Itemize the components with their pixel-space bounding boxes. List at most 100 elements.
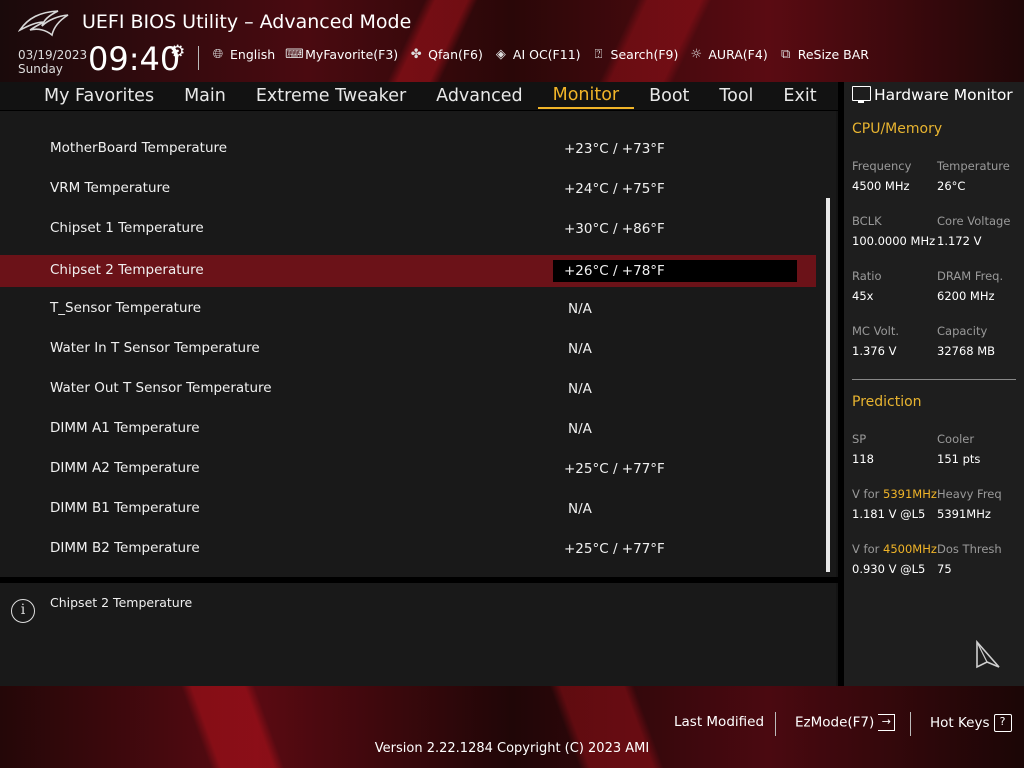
stat-value: 32768 MB	[937, 344, 996, 358]
tab-exit[interactable]: Exit	[768, 83, 831, 109]
last-modified-button[interactable]: Last Modified	[674, 714, 764, 730]
temperature-stat: Temperature 26°C	[937, 159, 1010, 193]
v-for-freq2-stat: V for 4500MHz 0.930 V @L5	[852, 542, 937, 576]
prediction-heading: Prediction	[852, 394, 922, 410]
stat-label: DRAM Freq.	[937, 269, 1004, 283]
setting-value: +30°C / +86°F	[564, 221, 665, 237]
help-panel: i Chipset 2 Temperature	[0, 583, 836, 686]
stat-label: Capacity	[937, 324, 988, 338]
setting-row-dimm-a2-temperature[interactable]: DIMM A2 Temperature +25°C / +77°F	[0, 453, 816, 485]
toolbar-divider	[198, 46, 199, 70]
monitor-icon	[852, 86, 871, 103]
setting-row-dimm-a1-temperature[interactable]: DIMM A1 Temperature N/A	[0, 413, 816, 445]
setting-value: N/A	[568, 341, 592, 357]
cooler-stat: Cooler 151 pts	[937, 432, 980, 466]
version-text: Version 2.22.1284 Copyright (C) 2023 AMI	[374, 741, 650, 756]
ratio-stat: Ratio 45x	[852, 269, 882, 303]
frequency-stat: Frequency 4500 MHz	[852, 159, 911, 193]
ai-oc-icon: ◈	[495, 47, 506, 62]
mc-volt-stat: MC Volt. 1.376 V	[852, 324, 899, 358]
dos-thresh-stat: Dos Thresh 75	[937, 542, 1002, 576]
stat-label: Heavy Freq	[937, 487, 1002, 501]
setting-row-t-sensor-temperature[interactable]: T_Sensor Temperature N/A	[0, 293, 816, 325]
setting-row-dimm-b1-temperature[interactable]: DIMM B1 Temperature N/A	[0, 493, 816, 525]
bclk-stat: BCLK 100.0000 MHz	[852, 214, 935, 248]
setting-label: DIMM A1 Temperature	[50, 420, 200, 436]
v-for-freq1-stat: V for 5391MHz 1.181 V @L5	[852, 487, 937, 521]
setting-row-motherboard-temperature[interactable]: MotherBoard Temperature +23°C / +73°F	[0, 133, 816, 165]
date-text: 03/19/2023	[18, 48, 88, 62]
hot-keys-button[interactable]: Hot Keys?	[930, 714, 1012, 732]
stat-value: 0.930 V @L5	[852, 562, 926, 576]
tab-my-favorites[interactable]: My Favorites	[0, 83, 169, 109]
aura-button[interactable]: ☼ AURA(F4)	[688, 47, 768, 62]
resize-bar-label: ReSize BAR	[797, 47, 869, 62]
highlight-frequency: 5391MHz	[883, 487, 937, 501]
stat-label: Core Voltage	[937, 214, 1011, 228]
stat-label: V for 5391MHz	[852, 487, 937, 501]
v-for-prefix: V for	[852, 487, 883, 501]
stat-value: 1.172 V	[937, 234, 982, 248]
setting-row-dimm-b2-temperature[interactable]: DIMM B2 Temperature +25°C / +77°F	[0, 533, 816, 565]
dram-freq-stat: DRAM Freq. 6200 MHz	[937, 269, 1003, 303]
keyboard-icon: ⌨	[285, 47, 304, 62]
ezmode-label: EzMode(F7)	[795, 714, 875, 731]
footer-divider	[910, 712, 911, 736]
setting-label: Chipset 1 Temperature	[50, 220, 204, 236]
ezmode-button[interactable]: EzMode(F7) →	[795, 714, 896, 731]
language-label: English	[230, 47, 276, 62]
help-text: Chipset 2 Temperature	[50, 595, 193, 610]
search-button[interactable]: ⍰ Search(F9)	[591, 47, 679, 62]
sp-stat: SP 118	[852, 432, 874, 466]
language-button[interactable]: 🌐︎ English	[210, 47, 275, 62]
setting-label: DIMM B2 Temperature	[50, 540, 200, 556]
tab-boot[interactable]: Boot	[634, 83, 704, 109]
hardware-monitor-title: Hardware Monitor	[852, 86, 1013, 104]
core-voltage-stat: Core Voltage 1.172 V	[937, 214, 1010, 248]
top-bar: UEFI BIOS Utility – Advanced Mode 03/19/…	[0, 0, 1024, 82]
ai-oc-button[interactable]: ◈ AI OC(F11)	[493, 47, 581, 62]
setting-value: +24°C / +75°F	[564, 181, 665, 197]
scrollbar[interactable]	[826, 198, 830, 572]
tab-monitor[interactable]: Monitor	[537, 83, 635, 109]
setting-label: Water In T Sensor Temperature	[50, 340, 260, 356]
setting-row-vrm-temperature[interactable]: VRM Temperature +24°C / +75°F	[0, 173, 816, 205]
stat-label: SP	[852, 432, 867, 446]
resize-bar-button[interactable]: ⧉ ReSize BAR	[778, 47, 869, 62]
date-display: 03/19/2023 Sunday	[18, 48, 87, 76]
gear-icon[interactable]: ⚙	[170, 42, 185, 62]
stat-label: Temperature	[937, 159, 1010, 173]
tab-tool[interactable]: Tool	[704, 83, 768, 109]
stat-value: 45x	[852, 289, 874, 303]
tab-extreme-tweaker[interactable]: Extreme Tweaker	[241, 83, 421, 109]
setting-value: +26°C / +78°F	[564, 263, 665, 279]
capacity-stat: Capacity 32768 MB	[937, 324, 995, 358]
setting-row-chipset-1-temperature[interactable]: Chipset 1 Temperature +30°C / +86°F	[0, 213, 816, 245]
stat-value: 26°C	[937, 179, 966, 193]
setting-value: N/A	[568, 421, 592, 437]
resize-bar-icon: ⧉	[781, 47, 791, 62]
globe-icon: 🌐︎	[212, 47, 224, 62]
setting-label: Chipset 2 Temperature	[50, 262, 204, 278]
tab-main[interactable]: Main	[169, 83, 241, 109]
cpu-memory-heading: CPU/Memory	[852, 121, 943, 137]
setting-row-water-out-t-sensor-temperature[interactable]: Water Out T Sensor Temperature N/A	[0, 373, 816, 405]
setting-label: VRM Temperature	[50, 180, 171, 196]
stat-label: MC Volt.	[852, 324, 899, 338]
qfan-button[interactable]: ✤ Qfan(F6)	[408, 47, 483, 62]
setting-row-chipset-2-temperature[interactable]: Chipset 2 Temperature +26°C / +78°F	[0, 255, 816, 287]
question-icon: ?	[993, 714, 1012, 732]
stat-value: 1.181 V @L5	[852, 507, 926, 521]
setting-row-water-in-t-sensor-temperature[interactable]: Water In T Sensor Temperature N/A	[0, 333, 816, 365]
clock: 09:40	[88, 40, 181, 78]
myfavorite-button[interactable]: ⌨ MyFavorite(F3)	[285, 47, 398, 62]
tab-advanced[interactable]: Advanced	[421, 83, 537, 109]
stat-value: 118	[852, 452, 874, 466]
stat-value: 4500 MHz	[852, 179, 910, 193]
setting-value: +23°C / +73°F	[564, 141, 665, 157]
cursor-icon	[976, 640, 1000, 669]
setting-label: T_Sensor Temperature	[50, 300, 202, 316]
hot-keys-label: Hot Keys	[930, 715, 990, 731]
stat-label: Ratio	[852, 269, 882, 283]
settings-list: MotherBoard Temperature +23°C / +73°F VR…	[0, 111, 836, 577]
